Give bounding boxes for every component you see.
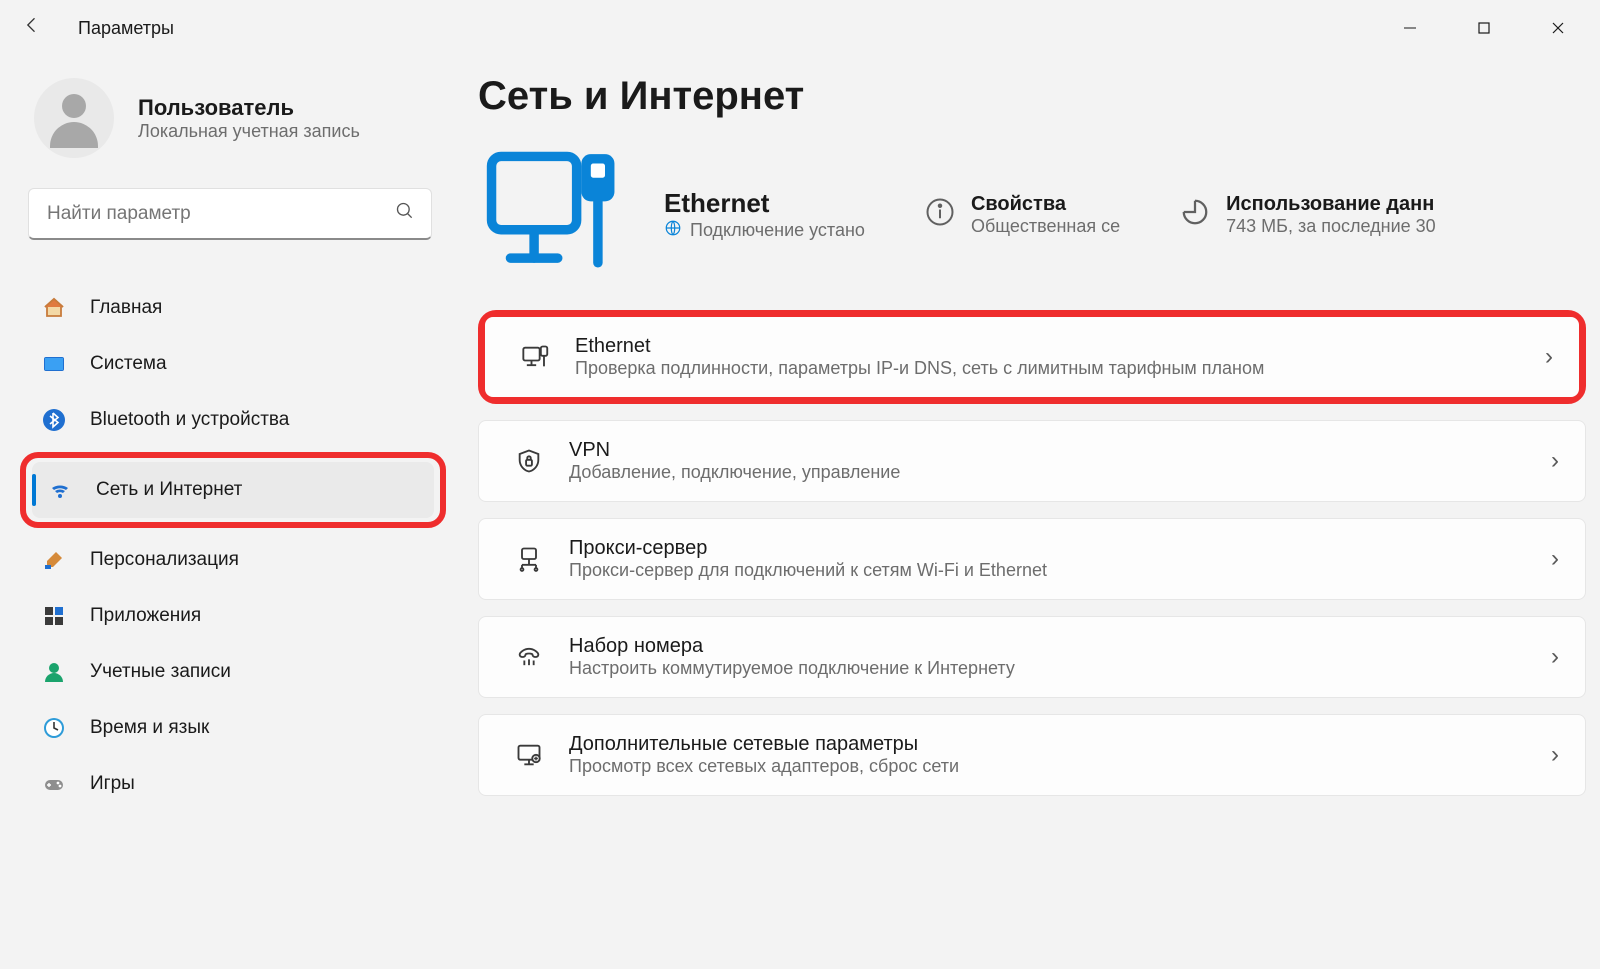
sidebar-item-label: Сеть и Интернет [96, 479, 242, 501]
hero-properties-sub: Общественная се [971, 216, 1120, 237]
sidebar-item-home[interactable]: Главная [26, 280, 438, 336]
search-box[interactable] [28, 188, 432, 240]
search-input[interactable] [45, 202, 395, 226]
sidebar-item-label: Учетные записи [90, 661, 231, 683]
sidebar-item-gaming[interactable]: Игры [26, 756, 438, 812]
ethernet-card-highlight: Ethernet Проверка подлинности, параметры… [478, 310, 1586, 404]
chevron-right-icon: › [1545, 343, 1553, 371]
hero-properties-link[interactable]: Свойства Общественная се [925, 193, 1120, 237]
bluetooth-icon [40, 406, 68, 434]
globe-icon [664, 219, 682, 242]
sidebar-highlight: Сеть и Интернет [20, 452, 446, 528]
sidebar-item-accounts[interactable]: Учетные записи [26, 644, 438, 700]
avatar [34, 78, 114, 158]
close-button[interactable] [1528, 8, 1588, 48]
search-icon [395, 201, 415, 226]
sidebar-item-label: Bluetooth и устройства [90, 409, 289, 431]
chevron-right-icon: › [1551, 447, 1559, 475]
card-dialup[interactable]: Набор номера Настроить коммутируемое под… [478, 616, 1586, 698]
card-subtitle: Проверка подлинности, параметры IP-и DNS… [575, 358, 1545, 379]
home-icon [40, 294, 68, 322]
data-usage-icon [1180, 197, 1210, 232]
hero-usage-title: Использование данн [1226, 193, 1436, 216]
chevron-right-icon: › [1551, 643, 1559, 671]
hero-title: Ethernet [664, 188, 865, 219]
sidebar-item-bluetooth[interactable]: Bluetooth и устройства [26, 392, 438, 448]
chevron-right-icon: › [1551, 741, 1559, 769]
sidebar-item-label: Игры [90, 773, 135, 795]
sidebar-item-personalization[interactable]: Персонализация [26, 532, 438, 588]
card-ethernet[interactable]: Ethernet Проверка подлинности, параметры… [485, 317, 1579, 397]
sidebar-item-label: Время и язык [90, 717, 209, 739]
card-subtitle: Добавление, подключение, управление [569, 462, 1551, 483]
gamepad-icon [40, 770, 68, 798]
account-subtitle: Локальная учетная запись [138, 121, 360, 142]
sidebar-item-label: Система [90, 353, 167, 375]
card-advanced-network[interactable]: Дополнительные сетевые параметры Просмот… [478, 714, 1586, 796]
card-subtitle: Просмотр всех сетевых адаптеров, сброс с… [569, 756, 1551, 777]
clock-icon [40, 714, 68, 742]
hero-properties-title: Свойства [971, 193, 1120, 216]
hero-status: Подключение устано [690, 220, 865, 241]
nav: Главная Система Bluetooth и устройства С… [26, 264, 456, 812]
info-icon [925, 197, 955, 232]
monitor-settings-icon [505, 741, 553, 769]
card-vpn[interactable]: VPN Добавление, подключение, управление … [478, 420, 1586, 502]
system-icon [40, 350, 68, 378]
minimize-button[interactable] [1380, 8, 1440, 48]
hero-usage-sub: 743 МБ, за последние 30 [1226, 216, 1436, 237]
main-content: Сеть и Интернет Ethernet [460, 56, 1600, 969]
proxy-icon [505, 545, 553, 573]
back-button[interactable] [22, 15, 50, 41]
card-title: Дополнительные сетевые параметры [569, 733, 1551, 756]
ethernet-hero-icon [478, 147, 628, 282]
sidebar-item-label: Приложения [90, 605, 201, 627]
page-heading: Сеть и Интернет [478, 74, 1590, 119]
sidebar-item-network[interactable]: Сеть и Интернет [32, 462, 434, 518]
sidebar-item-label: Персонализация [90, 549, 239, 571]
accounts-icon [40, 658, 68, 686]
sidebar-item-label: Главная [90, 297, 162, 319]
card-title: Ethernet [575, 335, 1545, 358]
card-title: Прокси-сервер [569, 537, 1551, 560]
wifi-icon [46, 476, 74, 504]
shield-lock-icon [505, 447, 553, 475]
sidebar-item-apps[interactable]: Приложения [26, 588, 438, 644]
phone-icon [505, 643, 553, 671]
card-title: VPN [569, 439, 1551, 462]
hero-data-usage-link[interactable]: Использование данн 743 МБ, за последние … [1180, 193, 1436, 237]
account-name: Пользователь [138, 95, 360, 121]
titlebar: Параметры [0, 0, 1600, 56]
sidebar-item-time-language[interactable]: Время и язык [26, 700, 438, 756]
apps-icon [40, 602, 68, 630]
account-block[interactable]: Пользователь Локальная учетная запись [26, 78, 456, 184]
ethernet-icon [511, 343, 559, 371]
maximize-button[interactable] [1454, 8, 1514, 48]
card-subtitle: Прокси-сервер для подключений к сетям Wi… [569, 560, 1551, 581]
card-subtitle: Настроить коммутируемое подключение к Ин… [569, 658, 1551, 679]
sidebar: Пользователь Локальная учетная запись Гл… [0, 56, 460, 969]
sidebar-item-system[interactable]: Система [26, 336, 438, 392]
window-title: Параметры [50, 18, 174, 39]
network-hero: Ethernet Подключение устано Свойства Общ… [478, 147, 1590, 282]
card-proxy[interactable]: Прокси-сервер Прокси-сервер для подключе… [478, 518, 1586, 600]
brush-icon [40, 546, 68, 574]
chevron-right-icon: › [1551, 545, 1559, 573]
card-title: Набор номера [569, 635, 1551, 658]
